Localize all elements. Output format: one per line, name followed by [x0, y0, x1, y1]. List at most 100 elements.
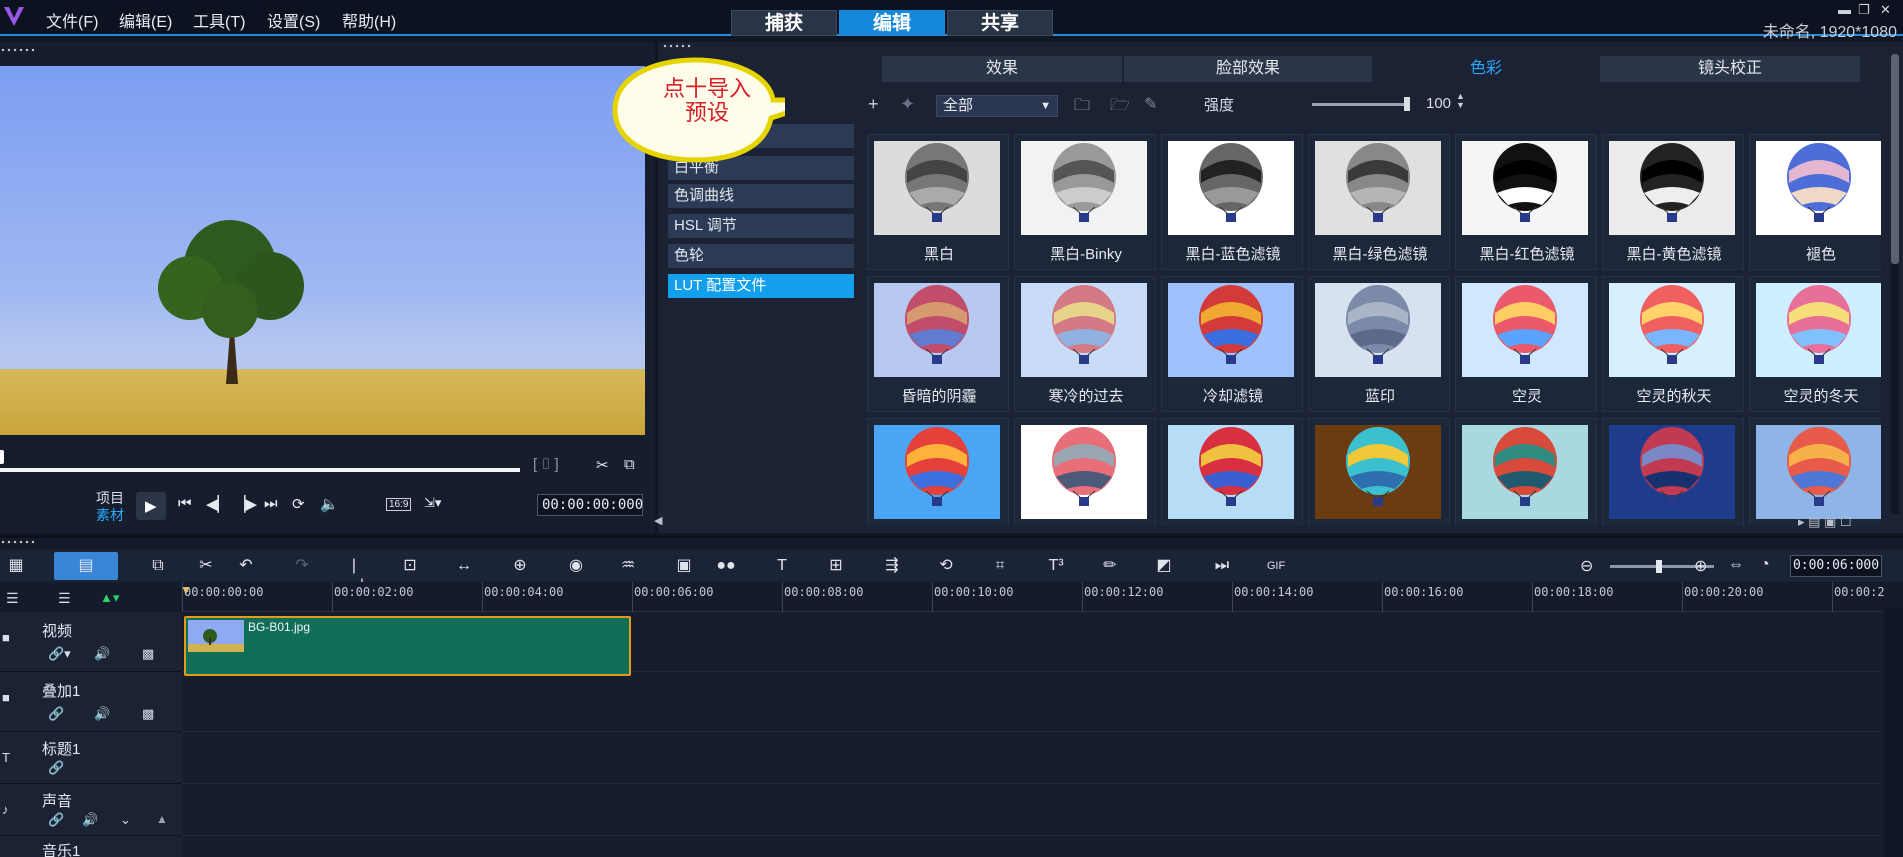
grid-icon[interactable]: ⊞: [824, 556, 848, 576]
speed-icon[interactable]: ⏭: [1210, 556, 1234, 576]
panel-grip-icon[interactable]: [0, 48, 34, 52]
panel-grip-icon[interactable]: [662, 44, 692, 48]
track-motion-icon[interactable]: ⟲: [934, 556, 958, 576]
timeline-view-button[interactable]: ▤: [54, 552, 118, 580]
trim-bracket-icon[interactable]: [ ⌷ ]: [533, 456, 559, 473]
preset-tile[interactable]: [867, 418, 1009, 526]
play-button[interactable]: ▶: [136, 492, 166, 520]
mask-icon[interactable]: ●●: [714, 556, 738, 576]
preset-tile[interactable]: 黑白-黄色滤镜: [1602, 134, 1744, 270]
video-clip[interactable]: BG-B01.jpg: [184, 616, 631, 676]
mute-icon[interactable]: 🔊: [82, 812, 98, 828]
folder-icon[interactable]: 🗁: [1110, 94, 1130, 121]
tab-effects[interactable]: 效果: [882, 56, 1122, 82]
ripple-icon[interactable]: ↔: [452, 556, 476, 576]
preset-tile[interactable]: 黑白-Binky: [1014, 134, 1156, 270]
preset-tile[interactable]: 空灵的秋天: [1602, 276, 1744, 412]
link-icon[interactable]: 🔗: [48, 706, 64, 722]
3d-title-icon[interactable]: T³: [1044, 556, 1068, 576]
tab-edit[interactable]: 编辑: [839, 10, 945, 36]
zoom-in-icon[interactable]: ⊕: [1694, 556, 1707, 576]
panel-grip-icon[interactable]: [0, 540, 34, 544]
preset-tile[interactable]: [1749, 418, 1881, 526]
storyboard-view-icon[interactable]: ▦: [4, 556, 28, 576]
music-track-row[interactable]: [182, 836, 1882, 857]
motion-icon[interactable]: ⇶: [880, 556, 904, 576]
expand-icon[interactable]: ▲: [156, 812, 168, 826]
grid-toggle-icon[interactable]: ▩: [142, 646, 154, 662]
fit-frame-icon[interactable]: ⊡: [398, 556, 422, 576]
close-icon[interactable]: ✕: [1880, 2, 1891, 18]
tab-lens-correction[interactable]: 镜头校正: [1600, 56, 1860, 82]
tab-color[interactable]: 色彩: [1374, 56, 1598, 82]
tab-face-effects[interactable]: 脸部效果: [1124, 56, 1372, 82]
category-hsl[interactable]: HSL 调节: [668, 214, 854, 238]
volume-icon[interactable]: 🔈: [320, 495, 339, 513]
mute-icon[interactable]: 🔊: [94, 706, 110, 722]
record-icon[interactable]: ◉: [564, 556, 588, 576]
filter-dropdown[interactable]: 全部 ▼: [936, 95, 1058, 117]
rename-pencil-icon[interactable]: ✎: [1144, 94, 1157, 114]
add-preset-icon[interactable]: +: [868, 94, 879, 115]
crop-icon[interactable]: ⌗: [988, 556, 1012, 576]
strength-value[interactable]: 100: [1426, 95, 1451, 112]
title-icon[interactable]: T: [770, 556, 794, 576]
ripple-edit-icon[interactable]: ▲▾: [100, 590, 119, 606]
preset-tile[interactable]: [1455, 418, 1597, 526]
minimize-icon[interactable]: ▬: [1838, 2, 1851, 17]
grid-toggle-icon[interactable]: ▩: [142, 706, 154, 722]
preset-tile[interactable]: 黑白-绿色滤镜: [1308, 134, 1450, 270]
menu-help[interactable]: 帮助(H): [342, 8, 396, 32]
mute-icon[interactable]: 🔊: [94, 646, 110, 662]
audio-wave-icon[interactable]: ♒: [616, 556, 640, 576]
aspect-ratio-button[interactable]: 16:9: [386, 498, 412, 511]
preset-tile[interactable]: [1602, 418, 1744, 526]
menu-edit[interactable]: 编辑(E): [119, 8, 172, 32]
undo-icon[interactable]: ↶: [234, 556, 258, 576]
view-mode-icons[interactable]: ▸ ▤ ▣ ☐: [1798, 514, 1852, 530]
stepper-icon[interactable]: ▲ ▼: [1456, 92, 1465, 110]
category-tone-curve[interactable]: 色调曲线: [668, 184, 854, 208]
previous-frame-icon[interactable]: ◀▏: [206, 495, 229, 513]
preset-tile[interactable]: 蓝印: [1308, 276, 1450, 412]
voice-track-row[interactable]: [182, 784, 1882, 836]
timeline-ruler[interactable]: 00:00:00:00 00:00:02:00 00:00:04:00 00:00:0…: [182, 582, 1885, 612]
collapse-arrow-icon[interactable]: ◀: [654, 514, 662, 527]
preset-tile[interactable]: [1014, 418, 1156, 526]
player-timecode[interactable]: 00:00:00:000: [537, 494, 643, 516]
go-to-start-icon[interactable]: ⏮: [178, 495, 192, 512]
multicam-icon[interactable]: ▣: [672, 556, 696, 576]
menu-tools[interactable]: 工具(T): [193, 8, 245, 32]
link-icon[interactable]: 🔗: [48, 812, 64, 828]
split-clip-icon[interactable]: ✂: [596, 456, 609, 474]
tab-capture[interactable]: 捕获: [731, 10, 837, 36]
menu-settings[interactable]: 设置(S): [267, 8, 320, 32]
playback-scrubber[interactable]: [0, 468, 520, 472]
add-track-icon[interactable]: ☰: [58, 590, 71, 607]
preset-tile[interactable]: 冷却滤镜: [1161, 276, 1303, 412]
preset-tile[interactable]: 寒冷的过去: [1014, 276, 1156, 412]
favorite-star-icon[interactable]: ✦: [900, 94, 915, 115]
restore-icon[interactable]: ❐: [1858, 2, 1870, 18]
scrollbar-thumb[interactable]: [1891, 54, 1899, 264]
scrubber-handle[interactable]: [0, 450, 4, 464]
preset-tile[interactable]: 空灵的冬天: [1749, 276, 1881, 412]
preset-tile[interactable]: [1308, 418, 1450, 526]
repeat-icon[interactable]: ⟳: [292, 495, 305, 513]
overlay-track-row[interactable]: [182, 672, 1882, 732]
timeline-scrollbar[interactable]: [1885, 608, 1903, 857]
category-lut-profile[interactable]: LUT 配置文件: [668, 274, 854, 298]
title-track-row[interactable]: [182, 732, 1882, 784]
strength-slider-handle[interactable]: [1404, 97, 1410, 111]
fit-width-icon[interactable]: |↔|: [342, 556, 366, 594]
gif-icon[interactable]: GIF: [1264, 556, 1288, 576]
project-duration[interactable]: 0:00:06:000: [1790, 555, 1882, 577]
strength-slider[interactable]: [1312, 97, 1410, 111]
tab-share[interactable]: 共享: [947, 10, 1053, 36]
preset-tile[interactable]: 黑白: [867, 134, 1009, 270]
track-manager-icon[interactable]: ☰: [6, 590, 19, 607]
clip-mode-label[interactable]: 素材: [96, 505, 124, 525]
preset-tile[interactable]: 褪色: [1749, 134, 1881, 270]
link-icon[interactable]: 🔗: [48, 760, 64, 776]
preset-tile[interactable]: 黑白-蓝色滤镜: [1161, 134, 1303, 270]
